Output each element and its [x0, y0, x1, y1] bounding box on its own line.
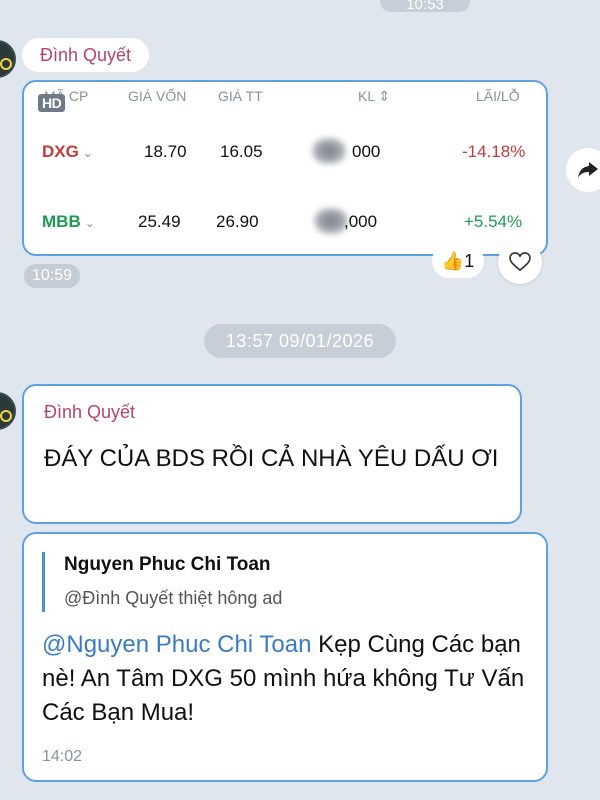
- sender-name: Đình Quyết: [40, 45, 132, 65]
- avatar[interactable]: [0, 40, 16, 78]
- reply-message-bubble[interactable]: Nguyen Phuc Chi Toan @Đình Quyết thiệt h…: [22, 532, 548, 782]
- stock-code-text: DXG: [42, 142, 79, 161]
- col-gia-tt: GIÁ TT: [218, 88, 263, 104]
- blurred-volume: [312, 138, 346, 164]
- thumbs-up-icon: 👍: [441, 251, 465, 271]
- avg-price: 25.49: [138, 212, 181, 231]
- quoted-sender[interactable]: Nguyen Phuc Chi Toan: [64, 554, 271, 576]
- chevron-down-icon: ⌄: [82, 146, 93, 160]
- message-time: 10:59: [24, 264, 81, 288]
- sender-name-pill[interactable]: Đình Quyết: [22, 38, 150, 72]
- pnl: +5.54%: [464, 212, 523, 231]
- date-separator-label: 13:57 09/01/2026: [225, 331, 375, 351]
- mention-link[interactable]: @Nguyen Phuc Chi Toan: [42, 631, 311, 658]
- share-button[interactable]: [566, 148, 600, 192]
- share-icon: [578, 162, 598, 178]
- message-time: 14:02: [42, 748, 83, 765]
- message-text: ĐÁY CỦA BDS RỒI CẢ NHÀ YÊU DẤU ƠI: [44, 445, 499, 472]
- chevron-down-icon: ⌄: [84, 216, 95, 230]
- message-time-label: 10:59: [32, 267, 73, 284]
- stock-code: MBB ⌄: [42, 212, 95, 232]
- message-bubble[interactable]: Đình Quyết ĐÁY CỦA BDS RỒI CẢ NHÀ YÊU DẤ…: [22, 384, 522, 524]
- top-time-label: 10:53: [406, 0, 444, 13]
- reaction-count: 1: [464, 251, 475, 271]
- top-time-pill: 10:53: [380, 0, 470, 13]
- reaction-badge[interactable]: 👍1: [432, 244, 484, 278]
- volume: 000: [352, 142, 381, 161]
- quoted-text[interactable]: @Đình Quyết thiệt hông ad: [64, 588, 282, 609]
- sender-name[interactable]: Đình Quyết: [44, 402, 135, 423]
- pnl: -14.18%: [462, 142, 526, 161]
- stock-table-image[interactable]: MÃ CP GIÁ VỐN GIÁ TT KL ⇕ LÃI/LỖ HD DXG ⌄…: [22, 80, 548, 256]
- table-header: MÃ CP GIÁ VỐN GIÁ TT KL ⇕ LÃI/LỖ: [24, 82, 546, 112]
- blurred-volume: [314, 208, 348, 234]
- stock-code-text: MBB: [42, 212, 81, 231]
- col-kl: KL ⇕: [358, 88, 390, 105]
- market-price: 26.90: [216, 212, 259, 231]
- heart-icon: [509, 252, 531, 272]
- col-kl-label: KL: [358, 88, 375, 104]
- col-gia-von: GIÁ VỐN: [128, 88, 187, 104]
- message-text: @Nguyen Phuc Chi Toan Kẹp Cùng Các bạn n…: [42, 628, 532, 730]
- volume: ,000: [344, 212, 378, 231]
- avatar[interactable]: [0, 392, 16, 430]
- stock-code: DXG ⌄: [42, 142, 93, 162]
- avg-price: 18.70: [144, 142, 187, 161]
- table-row: DXG ⌄ 18.70 16.05 000 -14.18%: [24, 118, 546, 188]
- react-button[interactable]: [498, 240, 542, 284]
- date-separator: 13:57 09/01/2026: [204, 324, 396, 358]
- sort-icon: ⇕: [378, 88, 391, 104]
- market-price: 16.05: [220, 142, 263, 161]
- col-lai-lo: LÃI/LỖ: [476, 88, 520, 104]
- quote-bar: [42, 552, 45, 612]
- hd-badge: HD: [38, 94, 66, 112]
